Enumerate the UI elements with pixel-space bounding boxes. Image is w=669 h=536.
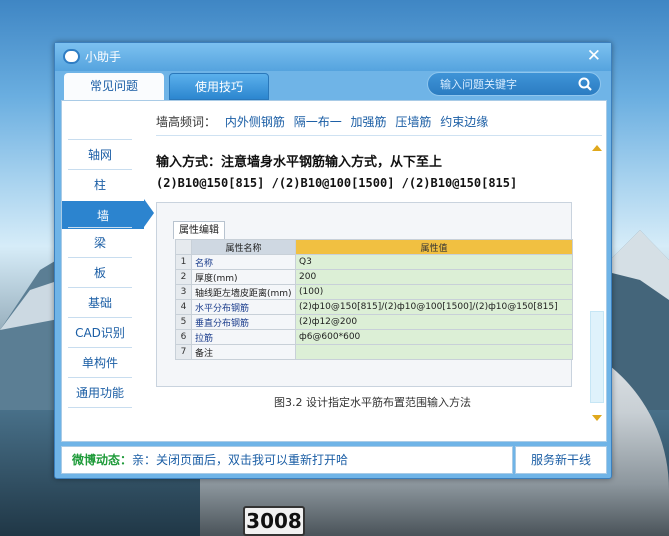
header-name-cell: 属性名称 <box>191 239 296 255</box>
search-input[interactable] <box>440 76 570 92</box>
content-divider <box>156 135 602 136</box>
table-row: 2 厚度(mm) 200 <box>175 269 573 285</box>
row-value: Q3 <box>295 254 573 270</box>
row-value <box>295 344 573 360</box>
answer-content: 墙高频词： 内外侧钢筋 隔一布一 加强筋 压墙筋 约束边缘 输入方式：注意墙身水… <box>156 101 606 441</box>
table-header-row: 属性名称 属性值 <box>175 239 573 255</box>
row-value: ф6@600*600 <box>295 329 573 345</box>
row-value: (2)ф10@150[815]/(2)ф10@100[1500]/(2)ф10@… <box>295 299 573 315</box>
table-row: 1 名称 Q3 <box>175 254 573 270</box>
table-row: 6 拉筋 ф6@600*600 <box>175 329 573 345</box>
table-row: 3 轴线距左墙皮距离(mm) (100) <box>175 284 573 300</box>
weibo-label: 微博动态： <box>72 453 133 467</box>
header-num-cell <box>175 239 192 255</box>
sidebar-item-beam[interactable]: 梁 <box>68 227 132 257</box>
row-number: 4 <box>175 299 192 315</box>
close-icon[interactable]: ✕ <box>587 46 601 66</box>
license-plate: 3008 <box>243 506 305 536</box>
frequent-terms-label: 墙高频词： <box>156 115 217 129</box>
row-number: 3 <box>175 284 192 300</box>
row-name: 厚度(mm) <box>191 269 296 285</box>
sidebar-item-wall[interactable]: 墙 <box>62 201 144 229</box>
row-number: 5 <box>175 314 192 330</box>
sidebar-item-cad-recognition[interactable]: CAD识别 <box>68 317 132 347</box>
helper-window: 小助手 ✕ 常见问题 使用技巧 轴网 柱 墙 梁 板 基础 CAD识别 单构件 … <box>54 42 612 479</box>
freq-link-wall-press-bar[interactable]: 压墙筋 <box>395 115 431 129</box>
service-line-button[interactable]: 服务新干线 <box>515 446 607 474</box>
table-row: 7 备注 <box>175 344 573 360</box>
sidebar-item-axis-grid[interactable]: 轴网 <box>68 139 132 169</box>
frequent-terms: 墙高频词： 内外侧钢筋 隔一布一 加强筋 压墙筋 约束边缘 <box>156 113 488 130</box>
header-value-cell: 属性值 <box>295 239 573 255</box>
property-table: 属性名称 属性值 1 名称 Q3 2 厚度(mm) 200 3 轴线距左墙皮距离… <box>175 239 573 360</box>
row-number: 6 <box>175 329 192 345</box>
sidebar-item-general-functions[interactable]: 通用功能 <box>68 377 132 407</box>
freq-link-reinforcing-bar[interactable]: 加强筋 <box>351 115 387 129</box>
figure-caption: 图3.2 设计指定水平筋布置范围输入方法 <box>274 396 471 409</box>
tab-tips[interactable]: 使用技巧 <box>169 73 269 100</box>
row-name: 备注 <box>191 344 296 360</box>
table-row: 5 垂直分布钢筋 (2)ф12@200 <box>175 314 573 330</box>
row-name: 拉筋 <box>191 329 296 345</box>
category-sidebar: 轴网 柱 墙 梁 板 基础 CAD识别 单构件 通用功能 <box>62 101 146 441</box>
search-icon[interactable] <box>578 77 592 91</box>
weibo-message[interactable]: 亲：关闭页面后，双击我可以重新打开哈 <box>132 453 348 467</box>
window-title: 小助手 <box>85 50 122 64</box>
app-logo-icon <box>63 49 80 64</box>
active-indicator-arrow <box>144 199 154 227</box>
freq-link-alternate[interactable]: 隔一布一 <box>294 115 342 129</box>
scroll-down-arrow-icon[interactable] <box>592 415 602 421</box>
sidebar-item-foundation[interactable]: 基础 <box>68 287 132 317</box>
tab-faq[interactable]: 常见问题 <box>64 73 164 100</box>
row-value: 200 <box>295 269 573 285</box>
figure-tab-label: 属性编辑 <box>173 221 225 239</box>
answer-formula: (2)B10@150[815] /(2)B10@100[1500] /(2)B1… <box>156 176 518 190</box>
freq-link-inner-outer-rebar[interactable]: 内外侧钢筋 <box>225 115 285 129</box>
answer-heading: 输入方式：注意墙身水平钢筋输入方式，从下至上 <box>156 155 443 170</box>
row-value: (2)ф12@200 <box>295 314 573 330</box>
table-row: 4 水平分布钢筋 (2)ф10@150[815]/(2)ф10@100[1500… <box>175 299 573 315</box>
weibo-status-bar[interactable]: 微博动态：亲：关闭页面后，双击我可以重新打开哈 <box>61 446 513 474</box>
row-name: 名称 <box>191 254 296 270</box>
row-value: (100) <box>295 284 573 300</box>
main-panel: 轴网 柱 墙 梁 板 基础 CAD识别 单构件 通用功能 墙高频词： 内外侧钢筋… <box>61 100 607 442</box>
row-name: 轴线距左墙皮距离(mm) <box>191 284 296 300</box>
search-box <box>427 72 601 96</box>
scroll-up-arrow-icon[interactable] <box>592 145 602 151</box>
content-scrollbar[interactable] <box>590 139 604 427</box>
freq-link-boundary-element[interactable]: 约束边缘 <box>440 115 488 129</box>
row-number: 2 <box>175 269 192 285</box>
sidebar-item-slab[interactable]: 板 <box>68 257 132 287</box>
sidebar-item-single-component[interactable]: 单构件 <box>68 347 132 377</box>
sidebar-divider <box>68 407 132 408</box>
row-name: 水平分布钢筋 <box>191 299 296 315</box>
sidebar-item-column[interactable]: 柱 <box>68 169 132 199</box>
row-number: 1 <box>175 254 192 270</box>
row-number: 7 <box>175 344 192 360</box>
title-bar: 小助手 ✕ <box>55 43 611 71</box>
row-name: 垂直分布钢筋 <box>191 314 296 330</box>
property-editor-figure: 属性编辑 属性名称 属性值 1 名称 Q3 2 厚度(mm) 200 3 轴线距… <box>156 202 573 387</box>
scroll-thumb[interactable] <box>590 311 604 403</box>
